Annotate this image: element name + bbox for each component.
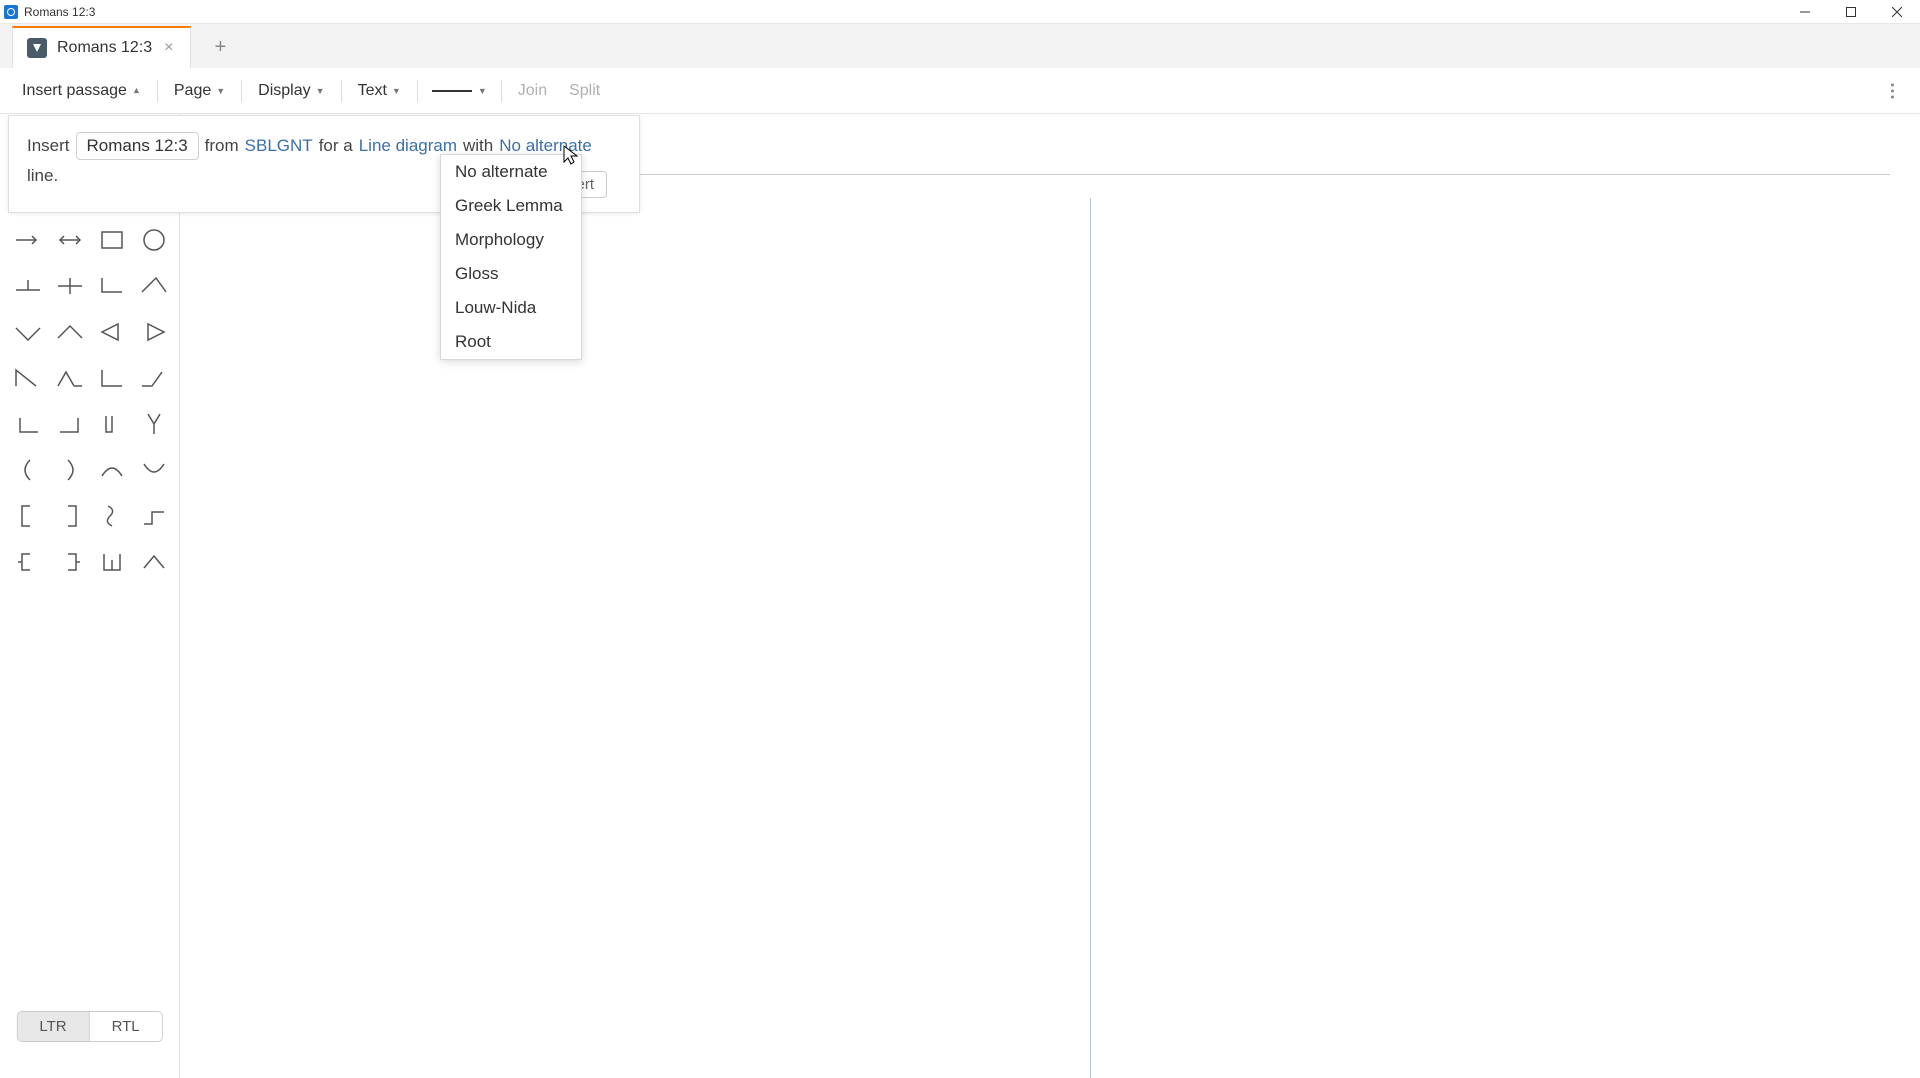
tab-label: Romans 12:3 xyxy=(57,39,152,57)
shape-angle-right[interactable] xyxy=(8,358,48,398)
toolbar: Insert passage ▼ Page ▼ Display ▼ Text ▼… xyxy=(0,68,1920,114)
line-style-dropdown[interactable]: ▼ xyxy=(424,80,495,102)
divider xyxy=(157,80,158,102)
word-line: line. xyxy=(27,166,58,186)
insert-passage-label: Insert passage xyxy=(22,82,127,100)
rtl-button[interactable]: RTL xyxy=(90,1012,162,1041)
shape-angle-up[interactable] xyxy=(50,312,90,352)
shape-bracket-left-sq[interactable] xyxy=(8,496,48,536)
word-for-a: for a xyxy=(319,136,353,156)
tab-close-icon[interactable]: × xyxy=(162,39,175,57)
shape-l-shape[interactable] xyxy=(8,404,48,444)
divider xyxy=(341,80,342,102)
shape-angled-line[interactable] xyxy=(134,266,174,306)
shape-cross[interactable] xyxy=(50,266,90,306)
text-label: Text xyxy=(358,82,387,100)
caret-down-icon: ▼ xyxy=(392,86,401,96)
shape-squiggle[interactable] xyxy=(92,496,132,536)
divider xyxy=(241,80,242,102)
main-content: LTR RTL xyxy=(0,114,1920,1078)
minimize-button[interactable] xyxy=(1782,0,1828,24)
dropdown-item-greek-lemma[interactable]: Greek Lemma xyxy=(441,189,581,223)
text-dropdown[interactable]: Text ▼ xyxy=(348,76,411,106)
shape-arrow-right[interactable] xyxy=(8,220,48,260)
caret-down-icon: ▼ xyxy=(216,86,225,96)
shape-l-shape-flip[interactable] xyxy=(50,404,90,444)
split-label: Split xyxy=(569,82,600,100)
diagram-type-link[interactable]: Line diagram xyxy=(359,136,457,156)
shape-double-angle[interactable] xyxy=(50,358,90,398)
dropdown-item-morphology[interactable]: Morphology xyxy=(441,223,581,257)
tab-bar: Romans 12:3 × + xyxy=(0,24,1920,68)
split-button: Split xyxy=(559,76,610,106)
window-controls xyxy=(1782,0,1920,24)
shape-circle[interactable] xyxy=(134,220,174,260)
caret-down-icon: ▼ xyxy=(478,86,487,96)
alternate-dropdown-menu: No alternate Greek Lemma Morphology Glos… xyxy=(440,154,582,360)
shape-u-open[interactable] xyxy=(92,542,132,582)
more-options-button[interactable] xyxy=(1885,77,1900,104)
word-insert: Insert xyxy=(27,136,70,156)
join-button: Join xyxy=(508,76,557,106)
shape-paren-left[interactable] xyxy=(8,450,48,490)
shape-y-split[interactable] xyxy=(134,404,174,444)
insert-passage-dropdown[interactable]: Insert passage ▼ xyxy=(12,76,151,106)
alternate-link[interactable]: No alternate xyxy=(499,136,592,156)
shape-paren-right[interactable] xyxy=(50,450,90,490)
dropdown-item-no-alternate[interactable]: No alternate xyxy=(441,155,581,189)
shape-palette: LTR RTL xyxy=(0,114,180,1078)
tab-romans[interactable]: Romans 12:3 × xyxy=(12,26,191,68)
divider xyxy=(501,80,502,102)
shape-diag-up[interactable] xyxy=(134,358,174,398)
app-icon xyxy=(4,5,18,19)
word-from: from xyxy=(205,136,239,156)
page-dropdown[interactable]: Page ▼ xyxy=(164,76,235,106)
shape-corner-down-right[interactable] xyxy=(92,266,132,306)
maximize-button[interactable] xyxy=(1828,0,1874,24)
display-dropdown[interactable]: Display ▼ xyxy=(248,76,334,106)
shape-arc-down[interactable] xyxy=(134,450,174,490)
canvas-vertical-guideline xyxy=(1090,198,1091,1078)
shape-bracket-right-thin[interactable] xyxy=(50,542,90,582)
canvas-horizontal-line xyxy=(640,174,1890,175)
shape-bracket-left-thin[interactable] xyxy=(8,542,48,582)
shape-corner-down[interactable] xyxy=(92,358,132,398)
word-with: with xyxy=(463,136,493,156)
passage-input[interactable]: Romans 12:3 xyxy=(76,132,199,160)
dot-icon xyxy=(1891,89,1894,92)
title-bar: Romans 12:3 xyxy=(0,0,1920,24)
dropdown-item-louw-nida[interactable]: Louw-Nida xyxy=(441,291,581,325)
divider xyxy=(417,80,418,102)
dropdown-item-root[interactable]: Root xyxy=(441,325,581,359)
direction-toggle: LTR RTL xyxy=(16,1011,162,1042)
shape-arc-up[interactable] xyxy=(92,450,132,490)
shape-bracket-right-sq[interactable] xyxy=(50,496,90,536)
source-link[interactable]: SBLGNT xyxy=(245,136,313,156)
shape-step-up[interactable] xyxy=(134,496,174,536)
dropdown-item-gloss[interactable]: Gloss xyxy=(441,257,581,291)
caret-down-icon: ▼ xyxy=(316,86,325,96)
dot-icon xyxy=(1891,95,1894,98)
ltr-button[interactable]: LTR xyxy=(17,1012,89,1041)
page-label: Page xyxy=(174,82,211,100)
join-label: Join xyxy=(518,82,547,100)
shape-triangle-left[interactable] xyxy=(92,312,132,352)
window-title: Romans 12:3 xyxy=(24,5,95,19)
shape-chevron-up[interactable] xyxy=(134,542,174,582)
shape-arrow-double[interactable] xyxy=(50,220,90,260)
dot-icon xyxy=(1891,83,1894,86)
tab-icon xyxy=(27,38,47,58)
add-tab-button[interactable]: + xyxy=(201,26,241,68)
shape-triangle-right[interactable] xyxy=(134,312,174,352)
line-preview-icon xyxy=(432,90,472,92)
shape-rectangle[interactable] xyxy=(92,220,132,260)
shape-bracket-down[interactable] xyxy=(92,404,132,444)
shape-line-vert-overlap[interactable] xyxy=(8,266,48,306)
shape-angle-down[interactable] xyxy=(8,312,48,352)
caret-up-icon: ▼ xyxy=(132,86,141,96)
display-label: Display xyxy=(258,82,310,100)
close-button[interactable] xyxy=(1874,0,1920,24)
